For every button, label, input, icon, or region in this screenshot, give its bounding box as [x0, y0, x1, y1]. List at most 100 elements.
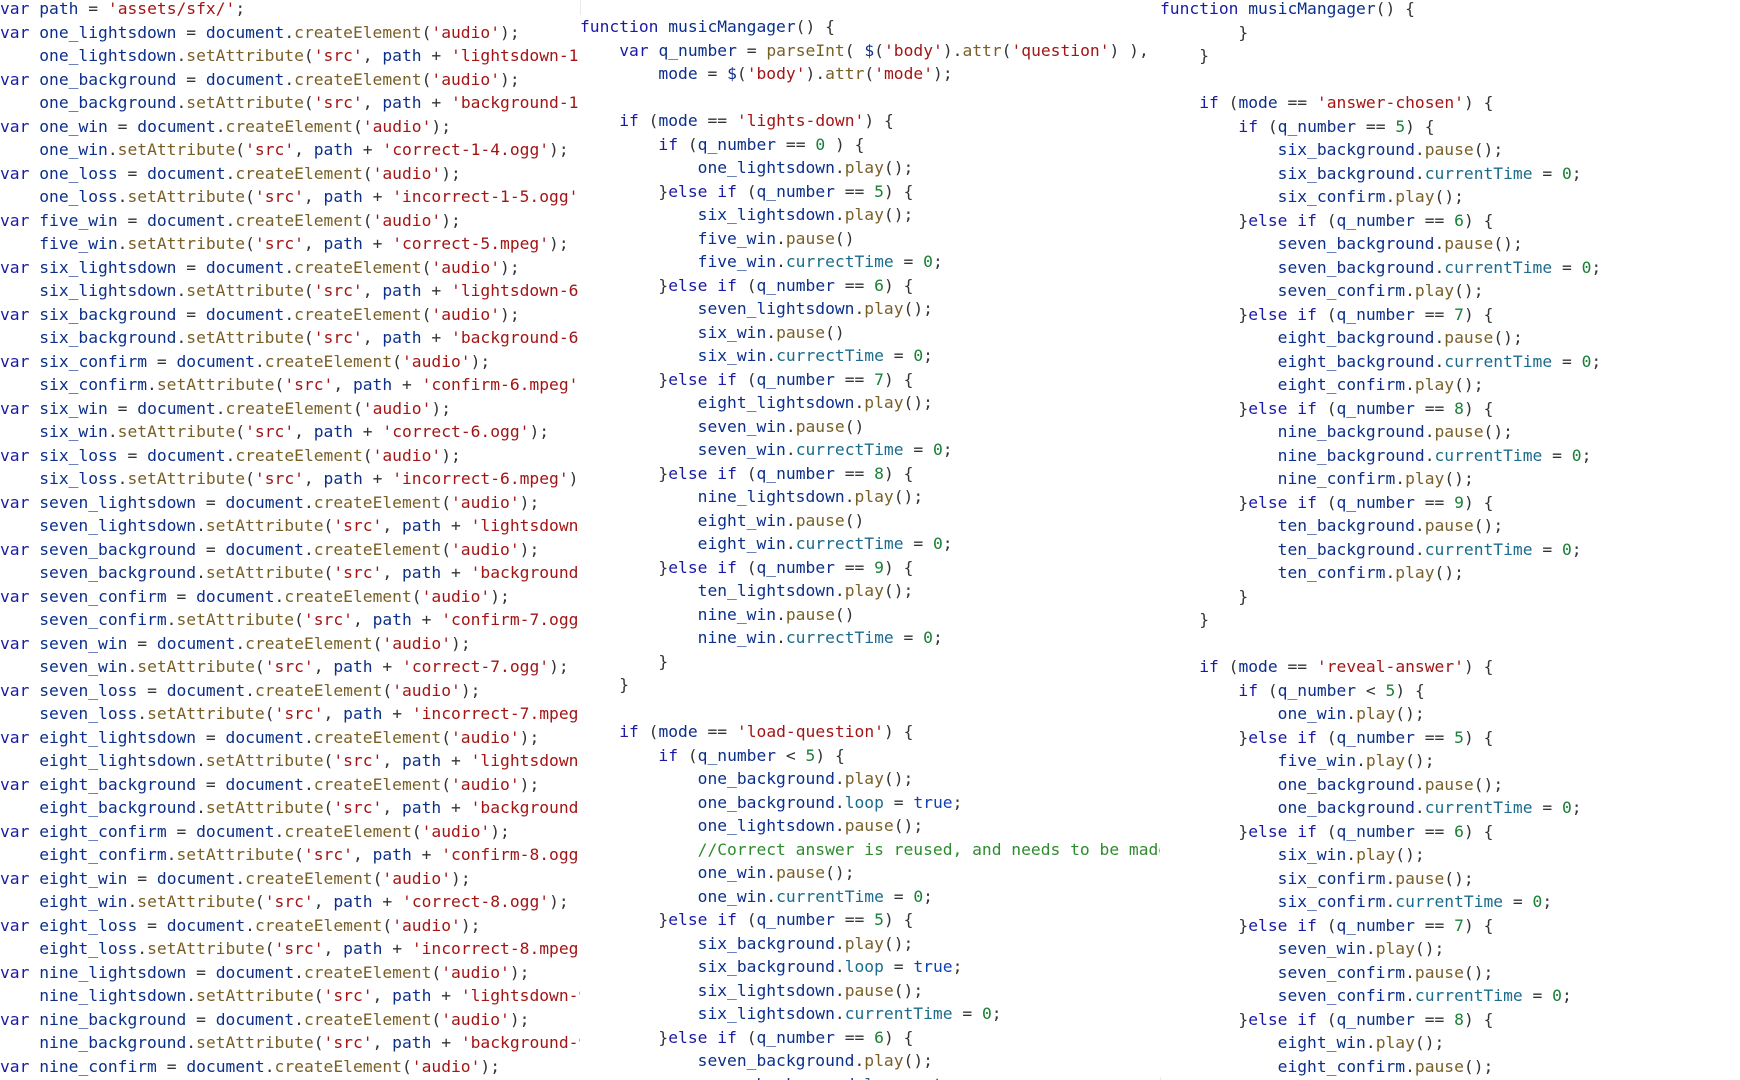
code-line[interactable]: seven_confirm.pause();: [1160, 961, 1740, 985]
code-line[interactable]: eight_confirm.setAttribute('src', path +…: [0, 843, 580, 867]
code-line[interactable]: var seven_background = document.createEl…: [0, 538, 580, 562]
code-line[interactable]: five_win.play();: [1160, 749, 1740, 773]
code-line[interactable]: var nine_confirm = document.createElemen…: [0, 1055, 580, 1078]
code-line[interactable]: seven_lightsdown.setAttribute('src', pat…: [0, 514, 580, 538]
code-line[interactable]: var six_lightsdown = document.createElem…: [0, 256, 580, 280]
code-line[interactable]: seven_win.currectTime = 0;: [580, 438, 1160, 462]
code-line[interactable]: }else if (q_number == 9) {: [580, 556, 1160, 580]
code-line[interactable]: }else if (q_number == 7) {: [1160, 303, 1740, 327]
code-line[interactable]: nine_background.setAttribute('src', path…: [0, 1031, 580, 1055]
code-line[interactable]: [1160, 632, 1740, 656]
code-line[interactable]: }: [1160, 44, 1740, 68]
code-line[interactable]: var nine_background = document.createEle…: [0, 1008, 580, 1032]
code-line[interactable]: six_loss.setAttribute('src', path + 'inc…: [0, 467, 580, 491]
code-line[interactable]: one_win.play();: [1160, 702, 1740, 726]
code-line[interactable]: six_win.currectTime = 0;: [580, 344, 1160, 368]
code-line[interactable]: eight_lightsdown.setAttribute('src', pat…: [0, 749, 580, 773]
code-line[interactable]: var eight_lightsdown = document.createEl…: [0, 726, 580, 750]
code-line[interactable]: six_lightsdown.play();: [580, 203, 1160, 227]
code-line[interactable]: eight_confirm.play();: [1160, 373, 1740, 397]
code-line[interactable]: nine_background.currentTime = 0;: [1160, 444, 1740, 468]
code-line[interactable]: six_background.currentTime = 0;: [1160, 162, 1740, 186]
code-line[interactable]: if (mode == 'answer-chosen') {: [1160, 91, 1740, 115]
code-line[interactable]: one_win.pause();: [580, 861, 1160, 885]
code-line[interactable]: seven_lightsdown.play();: [580, 297, 1160, 321]
code-line[interactable]: six_win.play();: [1160, 843, 1740, 867]
code-line[interactable]: one_win.setAttribute('src', path + 'corr…: [0, 138, 580, 162]
code-line[interactable]: six_confirm.setAttribute('src', path + '…: [0, 373, 580, 397]
code-line[interactable]: eight_win.setAttribute('src', path + 'co…: [0, 890, 580, 914]
code-line[interactable]: seven_confirm.play();: [1160, 279, 1740, 303]
code-line[interactable]: eight_background.setAttribute('src', pat…: [0, 796, 580, 820]
code-line[interactable]: [1160, 68, 1740, 92]
code-line[interactable]: }: [1160, 608, 1740, 632]
code-line[interactable]: five_win.currectTime = 0;: [580, 250, 1160, 274]
code-line[interactable]: function musicMangager() {: [580, 15, 1160, 39]
code-line[interactable]: five_win.setAttribute('src', path + 'cor…: [0, 232, 580, 256]
code-line[interactable]: var eight_confirm = document.createEleme…: [0, 820, 580, 844]
code-line[interactable]: six_background.loop = true;: [580, 955, 1160, 979]
code-line[interactable]: var one_win = document.createElement('au…: [0, 115, 580, 139]
code-line[interactable]: seven_loss.setAttribute('src', path + 'i…: [0, 702, 580, 726]
code-line[interactable]: eight_background.pause();: [1160, 326, 1740, 350]
code-line[interactable]: six_confirm.play();: [1160, 185, 1740, 209]
code-line[interactable]: six_background.play();: [580, 932, 1160, 956]
code-line[interactable]: var seven_confirm = document.createEleme…: [0, 585, 580, 609]
code-line[interactable]: ten_background.currentTime = 0;: [1160, 538, 1740, 562]
code-line[interactable]: var six_loss = document.createElement('a…: [0, 444, 580, 468]
code-line[interactable]: var eight_background = document.createEl…: [0, 773, 580, 797]
code-line[interactable]: var six_background = document.createElem…: [0, 303, 580, 327]
code-line[interactable]: var seven_lightsdown = document.createEl…: [0, 491, 580, 515]
code-line[interactable]: var six_win = document.createElement('au…: [0, 397, 580, 421]
code-line[interactable]: }else if (q_number == 6) {: [580, 274, 1160, 298]
code-line[interactable]: six_background.setAttribute('src', path …: [0, 326, 580, 350]
code-line[interactable]: ten_background.pause();: [1160, 514, 1740, 538]
code-line[interactable]: one_loss.setAttribute('src', path + 'inc…: [0, 185, 580, 209]
code-line[interactable]: var seven_loss = document.createElement(…: [0, 679, 580, 703]
code-line[interactable]: nine_lightsdown.play();: [580, 485, 1160, 509]
code-line[interactable]: ten_confirm.play();: [1160, 561, 1740, 585]
code-line[interactable]: one_background.pause();: [1160, 773, 1740, 797]
code-line[interactable]: mode = $('body').attr('mode');: [580, 62, 1160, 86]
code-line[interactable]: nine_lightsdown.setAttribute('src', path…: [0, 984, 580, 1008]
code-line[interactable]: var nine_lightsdown = document.createEle…: [0, 961, 580, 985]
code-line[interactable]: six_lightsdown.setAttribute('src', path …: [0, 279, 580, 303]
code-line[interactable]: eight_loss.setAttribute('src', path + 'i…: [0, 937, 580, 961]
code-line[interactable]: six_win.setAttribute('src', path + 'corr…: [0, 420, 580, 444]
code-line[interactable]: var five_win = document.createElement('a…: [0, 209, 580, 233]
code-line[interactable]: seven_background.play();: [580, 1049, 1160, 1073]
code-line[interactable]: six_confirm.currentTime = 0;: [1160, 890, 1740, 914]
code-line[interactable]: six_confirm.pause();: [1160, 867, 1740, 891]
code-line[interactable]: six_lightsdown.pause();: [580, 979, 1160, 1003]
code-line[interactable]: var one_loss = document.createElement('a…: [0, 162, 580, 186]
code-line[interactable]: seven_win.play();: [1160, 937, 1740, 961]
code-line[interactable]: }else if (q_number == 5) {: [580, 180, 1160, 204]
code-line[interactable]: }else if (q_number == 6) {: [580, 1026, 1160, 1050]
code-line[interactable]: [580, 86, 1160, 110]
code-line[interactable]: nine_win.currectTime = 0;: [580, 626, 1160, 650]
code-line[interactable]: one_win.currentTime = 0;: [580, 885, 1160, 909]
code-line[interactable]: if (mode == 'lights-down') {: [580, 109, 1160, 133]
code-line[interactable]: six_background.pause();: [1160, 138, 1740, 162]
code-line[interactable]: one_lightsdown.pause();: [580, 814, 1160, 838]
code-line[interactable]: }else if (q_number == 6) {: [1160, 820, 1740, 844]
code-line[interactable]: var eight_win = document.createElement('…: [0, 867, 580, 891]
code-line[interactable]: }: [1160, 21, 1740, 45]
code-line[interactable]: if (mode == 'load-question') {: [580, 720, 1160, 744]
code-line[interactable]: six_win.pause(): [580, 321, 1160, 345]
code-line[interactable]: var seven_win = document.createElement('…: [0, 632, 580, 656]
code-line[interactable]: ten_lightsdown.play();: [580, 579, 1160, 603]
code-line[interactable]: nine_win.pause(): [580, 603, 1160, 627]
code-line[interactable]: nine_background.pause();: [1160, 420, 1740, 444]
code-line[interactable]: seven_win.pause(): [580, 415, 1160, 439]
code-line[interactable]: if (q_number < 5) {: [580, 744, 1160, 768]
code-line[interactable]: eight_win.pause(): [580, 509, 1160, 533]
left-code-pane[interactable]: var path = 'assets/sfx/'; var one_lightsd…: [0, 0, 580, 1077]
code-line[interactable]: eight_lightsdown.play();: [580, 391, 1160, 415]
code-line[interactable]: }else if (q_number == 7) {: [580, 368, 1160, 392]
code-line[interactable]: }else if (q_number == 8) {: [580, 462, 1160, 486]
code-line[interactable]: }else if (q_number == 5) {: [580, 908, 1160, 932]
code-line[interactable]: one_lightsdown.play();: [580, 156, 1160, 180]
code-line[interactable]: five_win.pause(): [580, 227, 1160, 251]
code-line[interactable]: var one_background = document.createElem…: [0, 68, 580, 92]
